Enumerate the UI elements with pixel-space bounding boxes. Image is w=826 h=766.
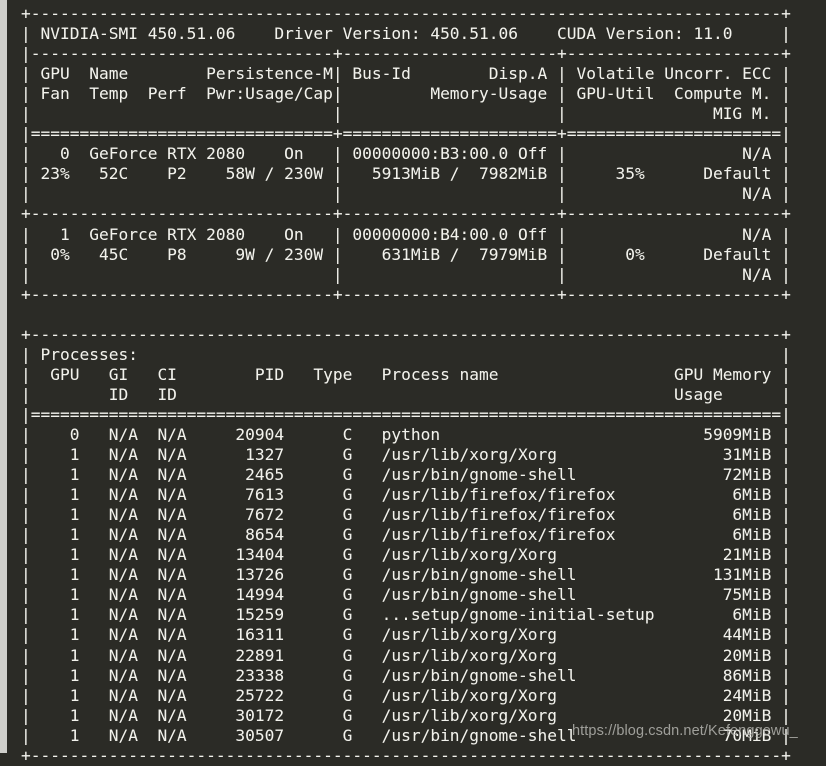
page-left-margin-strip [0, 0, 7, 753]
nvidia-smi-output: +---------------------------------------… [21, 4, 791, 765]
terminal-window: +---------------------------------------… [7, 0, 826, 765]
